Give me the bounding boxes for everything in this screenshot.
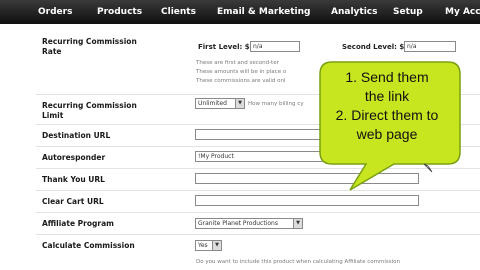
chevron-down-icon: ▼ bbox=[212, 241, 221, 250]
nav-products[interactable]: Products bbox=[97, 0, 142, 24]
nav-orders[interactable]: Orders bbox=[38, 0, 72, 24]
first-level-input[interactable]: n/a bbox=[250, 41, 300, 52]
autoresponder-label: Autoresponder bbox=[42, 153, 106, 162]
chevron-down-icon: ▼ bbox=[235, 99, 244, 108]
recurring-commission-rate-label: Recurring Commission bbox=[42, 37, 137, 46]
row-divider bbox=[36, 168, 480, 169]
callout-line-4: web page bbox=[356, 126, 418, 142]
affiliate-program-select[interactable]: Granite Planet Productions ▼ bbox=[195, 218, 303, 229]
second-level-label: Second Level: $ bbox=[342, 43, 405, 51]
commission-note-3: These commissions are valid onl bbox=[196, 78, 286, 84]
callout-line-2: the link bbox=[364, 88, 410, 104]
second-level-input[interactable]: n/a bbox=[404, 41, 456, 52]
nav-email-marketing[interactable]: Email & Marketing bbox=[217, 0, 310, 24]
row-divider bbox=[36, 146, 480, 147]
nav-setup[interactable]: Setup bbox=[393, 0, 423, 24]
row-divider bbox=[36, 234, 480, 235]
recurring-commission-limit-label: Recurring Commission bbox=[42, 101, 137, 110]
autoresponder-select[interactable]: !My Product bbox=[195, 151, 355, 162]
recurring-commission-limit-label-line2: Limit bbox=[42, 111, 64, 120]
nav-my-account[interactable]: My Acco bbox=[445, 0, 480, 24]
first-level-label: First Level: $ bbox=[198, 43, 250, 51]
recurring-limit-value: Unlimited bbox=[198, 100, 227, 107]
calculate-commission-label: Calculate Commission bbox=[42, 241, 135, 250]
recurring-commission-rate-label-line2: Rate bbox=[42, 47, 62, 56]
callout-line-3: 2. Direct them to bbox=[335, 107, 439, 123]
callout-text: 1. Send them the link 2. Direct them to … bbox=[322, 68, 452, 144]
row-divider bbox=[36, 212, 480, 213]
commission-note-2: These amounts will be in place o bbox=[196, 69, 287, 75]
commission-note-1: These are first and second-ter bbox=[196, 60, 279, 66]
thank-you-url-input[interactable] bbox=[195, 173, 419, 184]
callout-line-1: 1. Send them bbox=[345, 69, 429, 85]
autoresponder-value: !My Product bbox=[198, 153, 234, 160]
affiliate-program-label: Affiliate Program bbox=[42, 219, 114, 228]
calculate-commission-value: Yes bbox=[198, 242, 208, 249]
clear-cart-url-label: Clear Cart URL bbox=[42, 197, 104, 206]
calculate-commission-select[interactable]: Yes ▼ bbox=[195, 240, 222, 251]
recurring-limit-select[interactable]: Unlimited ▼ bbox=[195, 98, 245, 109]
chevron-down-icon: ▼ bbox=[293, 219, 302, 228]
destination-url-label: Destination URL bbox=[42, 131, 111, 140]
thank-you-url-label: Thank You URL bbox=[42, 175, 105, 184]
row-divider bbox=[36, 190, 480, 191]
top-nav-bar: Orders Products Clients Email & Marketin… bbox=[0, 0, 480, 24]
recurring-limit-hint: How many billing cy bbox=[248, 101, 304, 107]
affiliate-program-value: Granite Planet Productions bbox=[198, 220, 278, 227]
clear-cart-url-input[interactable] bbox=[195, 195, 419, 206]
calculate-commission-footnote: Do you want to include this product when… bbox=[196, 259, 400, 265]
nav-clients[interactable]: Clients bbox=[161, 0, 196, 24]
nav-analytics[interactable]: Analytics bbox=[331, 0, 377, 24]
